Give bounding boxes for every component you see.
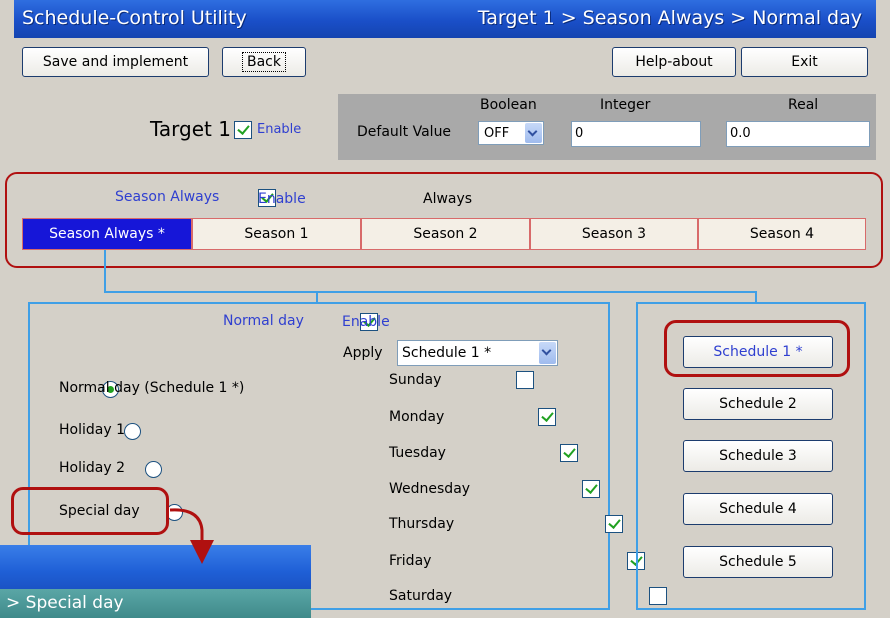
checkbox-tuesday[interactable] [560, 444, 579, 462]
target-title: Target 1 [150, 117, 231, 141]
apply-label: Apply [343, 345, 383, 361]
day-type-label: Normal day (Schedule 1 *) [59, 380, 245, 396]
day-type-label: Holiday 1 [59, 422, 125, 438]
checkbox-sunday[interactable] [515, 371, 534, 389]
weekday-label: Tuesday [389, 445, 446, 461]
weekday-label: Saturday [389, 588, 453, 604]
integer-input[interactable]: 0 [571, 121, 701, 147]
chevron-down-icon [525, 123, 542, 143]
schedule-1-highlight-box [664, 320, 850, 377]
apply-schedule-value: Schedule 1 * [402, 345, 492, 361]
breadcrumb: Target 1 > Season Always > Normal day [477, 7, 862, 29]
target-enable-checkbox[interactable] [234, 121, 252, 139]
radio-holiday-1[interactable] [123, 422, 141, 440]
help-about-button[interactable]: Help-about [612, 47, 736, 77]
callout-title-bar [0, 545, 311, 590]
weekday-label: Friday [389, 553, 432, 569]
weekday-label: Wednesday [389, 481, 471, 497]
chevron-down-icon [539, 342, 556, 364]
checkbox-wednesday[interactable] [582, 480, 601, 498]
callout-breadcrumb: > Special day [6, 593, 124, 613]
back-button[interactable]: Back [222, 47, 306, 77]
weekday-label: Thursday [389, 516, 455, 532]
schedule-5-button[interactable]: Schedule 5 [683, 546, 833, 578]
app-title: Schedule-Control Utility [22, 7, 247, 29]
boolean-select[interactable]: OFF [478, 121, 544, 145]
title-bar: Schedule-Control Utility Target 1 > Seas… [14, 0, 876, 38]
weekday-label: Sunday [389, 372, 442, 388]
apply-schedule-select[interactable]: Schedule 1 * [397, 340, 558, 366]
real-input[interactable]: 0.0 [726, 121, 870, 147]
target-enable-label: Enable [257, 122, 302, 137]
special-day-highlight-box [11, 487, 169, 535]
schedule-4-button[interactable]: Schedule 4 [683, 493, 833, 525]
save-and-implement-button[interactable]: Save and implement [22, 47, 209, 77]
callout-breadcrumb-bar: > Special day [0, 589, 311, 618]
day-name-label: Normal day [223, 313, 304, 329]
real-header: Real [788, 97, 819, 113]
default-value-label: Default Value [357, 124, 452, 140]
boolean-header: Boolean [480, 97, 537, 113]
weekday-label: Monday [389, 409, 445, 425]
checkbox-thursday[interactable] [604, 515, 623, 533]
season-highlight-box [5, 172, 883, 268]
schedule-3-button[interactable]: Schedule 3 [683, 440, 833, 472]
day-enable-label: Enable [342, 314, 390, 330]
exit-button[interactable]: Exit [741, 47, 868, 77]
checkbox-monday[interactable] [538, 408, 557, 426]
schedule-2-button[interactable]: Schedule 2 [683, 388, 833, 420]
callout-arrow-icon [169, 508, 214, 564]
connector-line [104, 250, 106, 292]
radio-holiday-2[interactable] [144, 460, 162, 478]
connector-line [104, 291, 756, 293]
day-type-label: Holiday 2 [59, 460, 125, 476]
integer-header: Integer [600, 97, 651, 113]
boolean-select-value: OFF [484, 126, 510, 141]
